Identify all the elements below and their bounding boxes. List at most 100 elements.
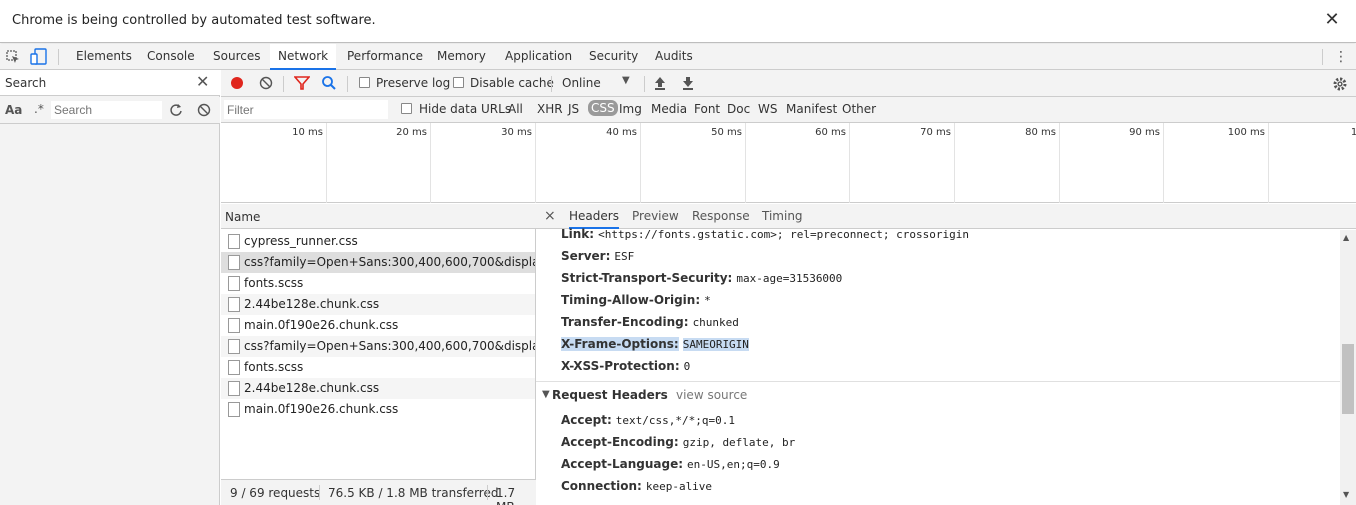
filter-media[interactable]: Media: [651, 102, 687, 116]
tab-application[interactable]: Application: [505, 44, 572, 69]
filter-img[interactable]: Img: [619, 102, 642, 116]
filter-all[interactable]: All: [508, 102, 523, 116]
tab-audits[interactable]: Audits: [655, 44, 693, 69]
header-name: X-XSS-Protection:: [561, 359, 680, 373]
request-row[interactable]: css?family=Open+Sans:300,400,600,700&dis…: [221, 252, 535, 273]
request-row[interactable]: css?family=Open+Sans:300,400,600,700&dis…: [221, 336, 535, 357]
request-name: css?family=Open+Sans:300,400,600,700&dis…: [244, 255, 535, 269]
more-options-icon[interactable]: ⋮: [1334, 48, 1348, 66]
request-row[interactable]: 2.44be128e.chunk.css: [221, 294, 535, 315]
regex-toggle[interactable]: .*: [34, 102, 44, 116]
timeline-gridline: [640, 123, 641, 203]
header-name: Accept-Language:: [561, 457, 684, 471]
close-detail-icon[interactable]: ×: [544, 208, 556, 224]
tab-security[interactable]: Security: [589, 44, 638, 69]
record-icon[interactable]: [230, 76, 244, 90]
header-value: text/css,*/*;q=0.1: [615, 414, 735, 427]
header-name: Link:: [561, 227, 595, 241]
scroll-down-icon[interactable]: ▼: [1343, 490, 1349, 499]
preserve-log-checkbox[interactable]: [359, 77, 370, 88]
transferred-size: 76.5 KB / 1.8 MB transferred: [328, 486, 499, 500]
header-row: Connection: keep-alive: [561, 477, 712, 495]
clear-search-icon[interactable]: [197, 103, 211, 117]
refresh-icon[interactable]: [169, 103, 183, 117]
timeline-gridline: [326, 123, 327, 203]
filter-icon[interactable]: [294, 76, 310, 90]
gear-icon[interactable]: [1332, 76, 1348, 92]
tab-performance[interactable]: Performance: [347, 44, 423, 69]
close-icon[interactable]: ✕: [1323, 10, 1341, 30]
match-case-toggle[interactable]: Aa: [5, 103, 22, 117]
header-value: 0: [683, 360, 691, 373]
request-row[interactable]: main.0f190e26.chunk.css: [221, 315, 535, 336]
request-name: main.0f190e26.chunk.css: [244, 402, 399, 416]
network-overview: 10 ms 20 ms 30 ms 40 ms 50 ms 60 ms 70 ms 80 ms…: [221, 123, 1356, 203]
request-row[interactable]: 2.44be128e.chunk.css: [221, 378, 535, 399]
file-icon: [228, 339, 240, 354]
header-name: X-Frame-Options:: [561, 337, 679, 351]
header-row: Server: ESF: [561, 247, 634, 265]
timeline-gridline: [1059, 123, 1060, 203]
header-row: Accept-Encoding: gzip, deflate, br: [561, 433, 795, 451]
header-row: Link: <https://fonts.gstatic.com>; rel=pr…: [561, 225, 969, 243]
request-list-header: Name: [221, 204, 536, 229]
search-options-row: Aa .*: [0, 97, 220, 124]
collapse-triangle-icon[interactable]: ▼: [542, 389, 550, 400]
column-name[interactable]: Name: [225, 210, 260, 224]
chevron-down-icon[interactable]: ▼: [622, 75, 630, 86]
filter-xhr[interactable]: XHR: [537, 102, 563, 116]
timeline-gridline: [849, 123, 850, 203]
disable-cache-checkbox[interactable]: [453, 77, 464, 88]
search-drawer-title: Search: [5, 76, 47, 90]
request-name: 2.44be128e.chunk.css: [244, 381, 380, 395]
tab-memory[interactable]: Memory: [437, 44, 486, 69]
timeline-tick-label: 50 ms: [711, 127, 742, 138]
device-toolbar-icon[interactable]: [30, 48, 48, 66]
request-row[interactable]: main.0f190e26.chunk.css: [221, 399, 535, 420]
header-value: <https://fonts.gstatic.com>; rel=preconn…: [598, 228, 969, 241]
file-icon: [228, 402, 240, 417]
filter-other[interactable]: Other: [842, 102, 876, 116]
timeline-tick-label: 40 ms: [606, 127, 637, 138]
file-icon: [228, 234, 240, 249]
tab-elements[interactable]: Elements: [76, 44, 132, 69]
request-row[interactable]: fonts.scss: [221, 357, 535, 378]
preserve-log-label: Preserve log: [376, 76, 451, 90]
filter-input[interactable]: [224, 100, 388, 119]
scroll-thumb[interactable]: [1342, 344, 1354, 414]
search-drawer-header: Search ✕: [0, 70, 220, 96]
import-har-icon[interactable]: [654, 76, 666, 90]
inspect-element-icon[interactable]: [6, 50, 20, 64]
view-source-link[interactable]: view source: [676, 388, 747, 402]
filter-ws[interactable]: WS: [758, 102, 777, 116]
timeline-tick-label: 20 ms: [396, 127, 427, 138]
tab-network[interactable]: Network: [270, 44, 337, 70]
close-search-icon[interactable]: ✕: [196, 73, 209, 91]
header-row: Transfer-Encoding: chunked: [561, 313, 739, 331]
search-icon[interactable]: [321, 75, 337, 91]
export-har-icon[interactable]: [682, 76, 694, 90]
tab-sources[interactable]: Sources: [213, 44, 260, 69]
filter-doc[interactable]: Doc: [727, 102, 750, 116]
filter-font[interactable]: Font: [694, 102, 720, 116]
search-input[interactable]: [51, 101, 162, 119]
filter-css[interactable]: CSS: [588, 100, 618, 116]
hide-data-urls-checkbox[interactable]: [401, 103, 412, 114]
request-count: 9 / 69 requests: [230, 486, 321, 500]
filter-manifest[interactable]: Manifest: [786, 102, 837, 116]
request-name: main.0f190e26.chunk.css: [244, 318, 399, 332]
request-row[interactable]: cypress_runner.css: [221, 231, 535, 252]
tab-console[interactable]: Console: [147, 44, 195, 69]
header-row: Strict-Transport-Security: max-age=315360…: [561, 269, 842, 287]
request-row[interactable]: fonts.scss: [221, 273, 535, 294]
header-value: chunked: [692, 316, 739, 329]
throttling-select[interactable]: Online: [562, 76, 601, 90]
filter-js[interactable]: JS: [568, 102, 579, 116]
header-value: keep-alive: [645, 480, 713, 493]
timeline-gridline: [430, 123, 431, 203]
clear-icon[interactable]: [259, 76, 273, 90]
scroll-up-icon[interactable]: ▲: [1343, 233, 1349, 242]
header-name: Timing-Allow-Origin:: [561, 293, 701, 307]
request-headers-title[interactable]: Request Headers: [552, 388, 668, 402]
timeline-gridline: [535, 123, 536, 203]
